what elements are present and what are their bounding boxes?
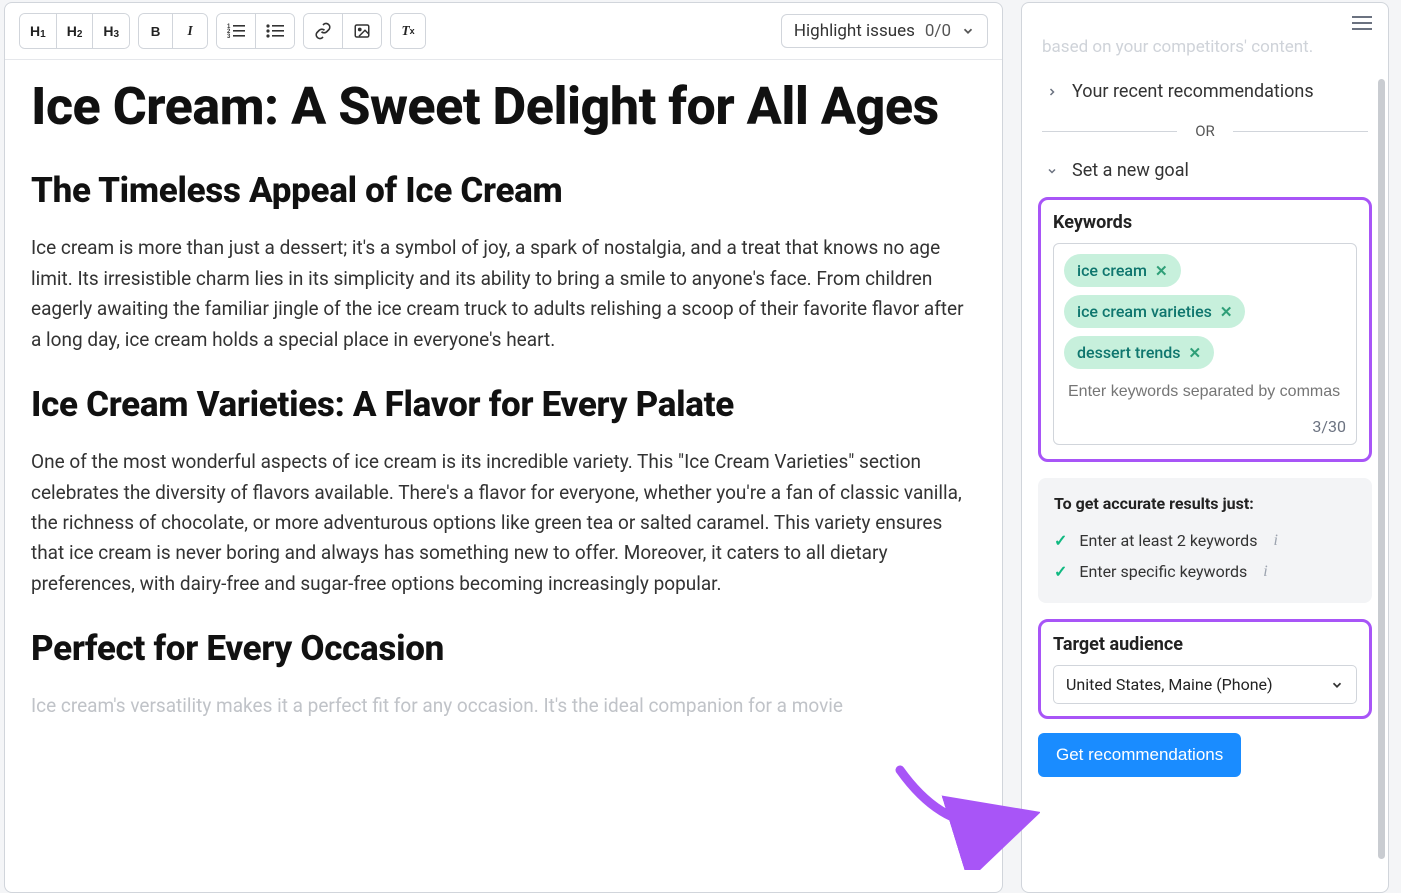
svg-text:3: 3 — [227, 34, 231, 39]
sidebar-scrollbar[interactable] — [1378, 79, 1385, 859]
or-divider: OR — [1038, 112, 1372, 150]
keyword-chip: ice cream varieties ✕ — [1064, 295, 1245, 328]
doc-p2: One of the most wonderful aspects of ice… — [31, 447, 976, 599]
info-item-label: Enter specific keywords — [1079, 562, 1247, 581]
clear-group: Tx — [390, 13, 426, 49]
keyword-chip: dessert trends ✕ — [1064, 336, 1214, 369]
set-new-goal-label: Set a new goal — [1072, 160, 1189, 181]
italic-button[interactable]: I — [173, 14, 207, 48]
target-audience-title: Target audience — [1053, 634, 1357, 655]
unordered-list-button[interactable] — [256, 14, 294, 48]
h3-button[interactable]: H3 — [93, 14, 129, 48]
ordered-list-icon: 1 2 3 — [227, 23, 245, 39]
chevron-down-icon — [1046, 165, 1058, 177]
target-audience-panel: Target audience United States, Maine (Ph… — [1038, 619, 1372, 719]
recent-recommendations-label: Your recent recommendations — [1072, 81, 1314, 102]
doc-h2-2: Ice Cream Varieties: A Flavor for Every … — [31, 385, 976, 425]
keywords-input[interactable] — [1064, 377, 1346, 403]
target-audience-value: United States, Maine (Phone) — [1066, 675, 1273, 694]
keyword-chip-label: ice cream varieties — [1077, 302, 1212, 321]
info-title: To get accurate results just: — [1054, 494, 1356, 513]
highlight-label: Highlight issues — [794, 21, 915, 41]
remove-keyword-icon[interactable]: ✕ — [1155, 262, 1168, 280]
document-content[interactable]: Ice Cream: A Sweet Delight for All Ages … — [5, 60, 1002, 792]
info-row: ✓ Enter at least 2 keywords i — [1054, 525, 1356, 556]
keyword-chip-label: dessert trends — [1077, 343, 1181, 362]
highlight-issues-dropdown[interactable]: Highlight issues 0/0 — [781, 14, 988, 48]
link-icon — [314, 22, 332, 40]
target-audience-select[interactable]: United States, Maine (Phone) — [1053, 665, 1357, 704]
set-new-goal-row[interactable]: Set a new goal — [1038, 150, 1372, 191]
keywords-title: Keywords — [1053, 212, 1357, 233]
ordered-list-button[interactable]: 1 2 3 — [217, 14, 256, 48]
check-icon: ✓ — [1054, 531, 1067, 550]
doc-h2-1: The Timeless Appeal of Ice Cream — [31, 171, 976, 211]
keyword-chip-label: ice cream — [1077, 261, 1147, 280]
keyword-chip: ice cream ✕ — [1064, 254, 1181, 287]
list-group: 1 2 3 — [216, 13, 295, 49]
faded-hint: based on your competitors' content. — [1038, 37, 1372, 71]
remove-keyword-icon[interactable]: ✕ — [1220, 303, 1233, 321]
clear-format-button[interactable]: Tx — [391, 14, 425, 48]
info-icon[interactable]: i — [1269, 532, 1277, 550]
insert-group — [303, 13, 382, 49]
keywords-box[interactable]: ice cream ✕ ice cream varieties ✕ desser… — [1053, 243, 1357, 445]
recommendations-sidebar: based on your competitors' content. Your… — [1021, 2, 1389, 893]
format-group: B I — [138, 13, 208, 49]
chevron-down-icon — [1330, 678, 1344, 692]
heading-group: H1 H2 H3 — [19, 13, 130, 49]
chevron-right-icon — [1046, 86, 1058, 98]
remove-keyword-icon[interactable]: ✕ — [1189, 344, 1202, 362]
highlight-count: 0/0 — [925, 21, 951, 41]
keywords-counter: 3/30 — [1064, 411, 1346, 436]
image-icon — [353, 22, 371, 40]
link-button[interactable] — [304, 14, 343, 48]
chevron-down-icon — [961, 24, 975, 38]
info-item-label: Enter at least 2 keywords — [1079, 531, 1257, 550]
editor-panel: H1 H2 H3 B I 1 2 3 — [4, 2, 1003, 893]
editor-toolbar: H1 H2 H3 B I 1 2 3 — [5, 3, 1002, 60]
recent-recommendations-row[interactable]: Your recent recommendations — [1038, 71, 1372, 112]
or-label: OR — [1195, 122, 1215, 140]
info-box: To get accurate results just: ✓ Enter at… — [1038, 478, 1372, 603]
doc-h2-3: Perfect for Every Occasion — [31, 629, 976, 669]
hamburger-icon — [1352, 15, 1372, 31]
unordered-list-icon — [266, 23, 284, 39]
info-row: ✓ Enter specific keywords i — [1054, 556, 1356, 587]
bold-button[interactable]: B — [139, 14, 173, 48]
keywords-panel: Keywords ice cream ✕ ice cream varieties… — [1038, 197, 1372, 462]
get-recommendations-button[interactable]: Get recommendations — [1038, 733, 1241, 777]
sidebar-menu-button[interactable] — [1352, 15, 1372, 31]
doc-p3: Ice cream's versatility makes it a perfe… — [31, 691, 976, 721]
info-icon[interactable]: i — [1259, 563, 1267, 581]
doc-title: Ice Cream: A Sweet Delight for All Ages — [31, 78, 976, 135]
image-button[interactable] — [343, 14, 381, 48]
doc-p1: Ice cream is more than just a dessert; i… — [31, 233, 976, 355]
check-icon: ✓ — [1054, 562, 1067, 581]
fade-overlay — [5, 722, 1002, 792]
h1-button[interactable]: H1 — [20, 14, 57, 48]
h2-button[interactable]: H2 — [57, 14, 94, 48]
